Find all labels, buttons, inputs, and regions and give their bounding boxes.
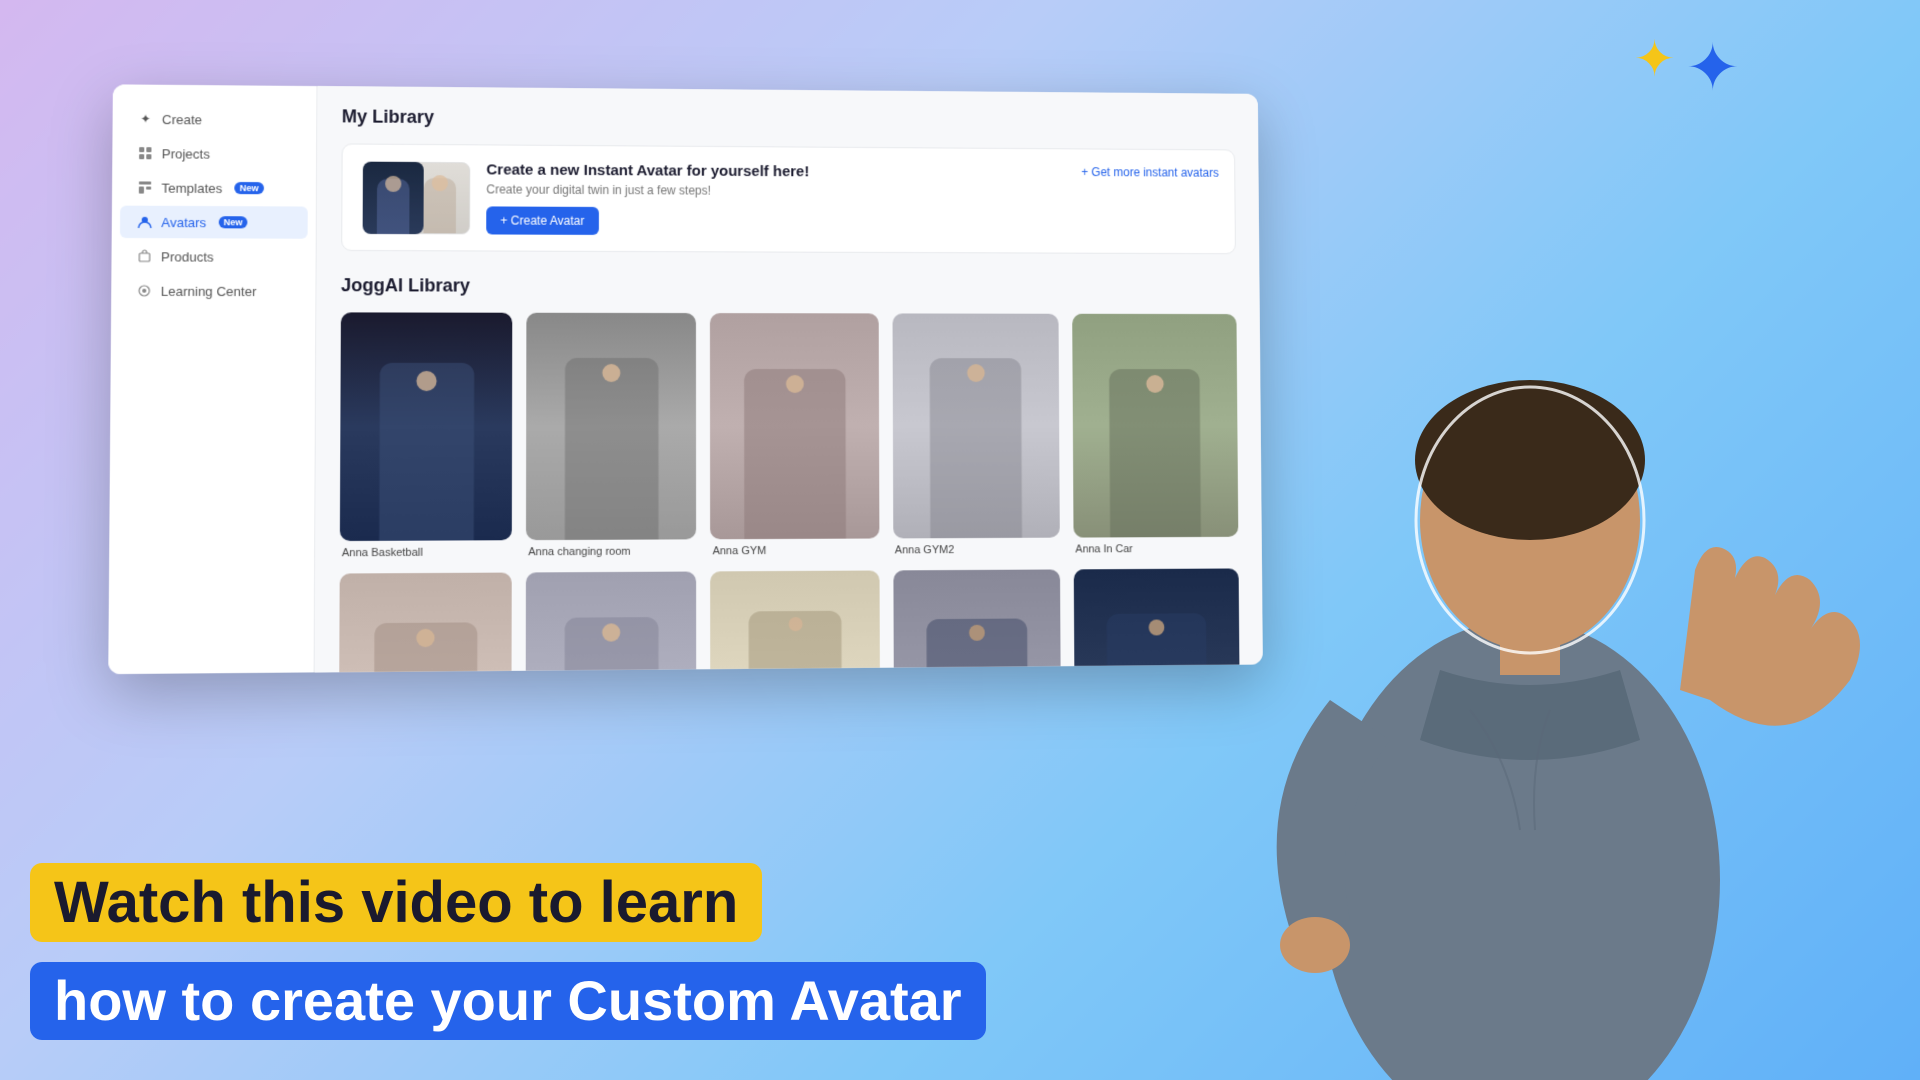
avatar-item-2[interactable]: Anna changing room — [526, 313, 696, 558]
avatars-icon — [136, 214, 153, 230]
sidebar-label-avatars: Avatars — [161, 214, 206, 229]
my-library-banner: Create a new Instant Avatar for yourself… — [341, 143, 1236, 254]
avatar-thumb-inner-2 — [526, 313, 696, 540]
learning-icon — [136, 283, 153, 299]
sidebar-item-projects[interactable]: Projects — [120, 137, 308, 170]
star-icon-yellow: ✦ — [1634, 30, 1676, 106]
avatar-thumb-2 — [526, 313, 696, 540]
banner-subtext: Create your digital twin in just a few s… — [486, 182, 809, 198]
products-icon — [136, 248, 153, 264]
avatar-item-7[interactable]: Anna On the treadmill — [526, 571, 697, 672]
sidebar-item-learning[interactable]: Learning Center — [119, 274, 307, 307]
avatar-thumb-inner-7 — [526, 571, 697, 672]
sidebar-item-create[interactable]: ✦ Create — [121, 103, 309, 137]
sidebar: ✦ Create Projects Tem — [108, 84, 317, 674]
caption-line1: Watch this video to learn — [30, 863, 762, 943]
sidebar-item-products[interactable]: Products — [120, 240, 308, 273]
main-content: My Library Create a new Instant Avatar f… — [315, 86, 1263, 672]
star-decorations: ✦ ✦ — [1634, 30, 1740, 106]
create-avatar-button[interactable]: + Create Avatar — [486, 206, 598, 235]
avatar-thumb-7 — [526, 571, 697, 672]
avatar-thumb-inner-1 — [340, 312, 513, 540]
caption-line2: how to create your Custom Avatar — [30, 962, 986, 1040]
projects-icon — [137, 145, 154, 161]
get-more-avatars-link[interactable]: + Get more instant avatars — [1081, 165, 1219, 180]
templates-badge: New — [235, 182, 264, 194]
avatar-thumb-3 — [710, 313, 879, 539]
create-icon: ✦ — [137, 111, 154, 127]
avatar-thumb-inner-4 — [892, 313, 1060, 538]
avatar-thumb-9 — [893, 569, 1061, 672]
joggai-library-section: JoggAI Library Anna Basketball — [339, 275, 1241, 672]
avatars-badge: New — [219, 216, 248, 228]
avatar-item-3[interactable]: Anna GYM — [710, 313, 879, 557]
my-library-title: My Library — [342, 106, 1235, 134]
avatar-card-dark — [363, 161, 424, 234]
avatar-label-2: Anna changing room — [526, 545, 696, 558]
avatar-item-9[interactable]: Charles Bedrooms — [893, 569, 1061, 672]
bottom-caption-area: Watch this video to learn how to create … — [0, 840, 1920, 1080]
sidebar-label-projects: Projects — [162, 146, 210, 161]
avatar-thumb-inner-3 — [710, 313, 879, 539]
banner-heading: Create a new Instant Avatar for yourself… — [486, 161, 809, 180]
avatar-thumb-6 — [339, 572, 512, 672]
templates-icon — [137, 179, 154, 195]
avatar-grid: Anna Basketball Anna changing room — [339, 312, 1241, 672]
avatar-item-4[interactable]: Anna GYM2 — [892, 313, 1060, 556]
avatar-label-3: Anna GYM — [711, 544, 880, 557]
avatar-thumb-inner-9 — [893, 569, 1061, 672]
sidebar-item-avatars[interactable]: Avatars New — [120, 206, 308, 239]
avatar-thumb-1 — [340, 312, 513, 540]
avatar-item-6[interactable]: Anna In Car Phone — [339, 572, 512, 672]
sidebar-label-create: Create — [162, 111, 202, 126]
star-icon-blue: ✦ — [1686, 30, 1740, 106]
avatar-label-4: Anna GYM2 — [893, 543, 1060, 556]
avatar-thumb-inner-6 — [339, 572, 512, 672]
sidebar-label-templates: Templates — [161, 180, 222, 195]
avatar-thumb-inner-8 — [711, 570, 880, 672]
sidebar-label-products: Products — [161, 249, 214, 264]
avatar-item-1[interactable]: Anna Basketball — [340, 312, 513, 558]
avatar-thumb-4 — [892, 313, 1060, 538]
avatar-label-1: Anna Basketball — [340, 546, 512, 559]
avatar-item-8[interactable]: Anna Yoga Room — [711, 570, 880, 672]
browser-window: ✦ Create Projects Tem — [108, 84, 1262, 674]
sidebar-item-templates[interactable]: Templates New — [120, 171, 308, 204]
avatar-thumb-8 — [711, 570, 880, 672]
banner-text: Create a new Instant Avatar for yourself… — [486, 161, 809, 235]
joggai-library-title: JoggAI Library — [341, 275, 1236, 298]
avatar-preview-cards — [363, 161, 471, 234]
sidebar-label-learning: Learning Center — [161, 283, 257, 298]
